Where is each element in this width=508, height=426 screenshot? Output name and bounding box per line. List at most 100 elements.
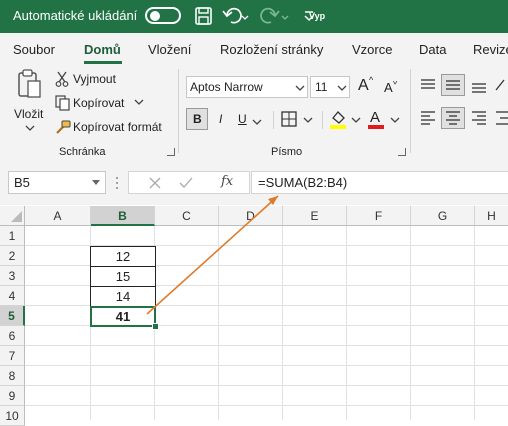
font-divider [273, 111, 274, 129]
italic-button[interactable]: I [213, 108, 231, 130]
paste-button[interactable]: Vložit [8, 69, 48, 133]
underline-button[interactable]: U [235, 108, 265, 130]
font-name-dropdown-icon [295, 85, 305, 91]
row-header-1[interactable]: 1 [0, 226, 25, 246]
tab-formulas[interactable]: Vzorce [352, 42, 392, 57]
format-painter-icon [56, 120, 71, 134]
column-header-a[interactable]: A [25, 206, 91, 226]
enter-check-icon[interactable] [179, 177, 193, 189]
copy-label: Kopírovat [73, 96, 125, 110]
align-top-icon[interactable] [419, 76, 437, 94]
copy-dropdown-icon [134, 99, 144, 105]
fill-color-dropdown-icon [351, 117, 361, 123]
group-divider [178, 69, 179, 153]
row-header-6[interactable]: 6 [0, 326, 25, 346]
column-header-g[interactable]: G [411, 206, 475, 226]
grow-font-label: A [358, 77, 369, 94]
row-header-3[interactable]: 3 [0, 266, 25, 286]
borders-button[interactable] [281, 110, 317, 130]
cancel-icon[interactable] [149, 177, 161, 189]
align-bottom-icon[interactable] [470, 76, 488, 94]
row-header-7[interactable]: 7 [0, 346, 25, 366]
paste-dropdown-icon [25, 125, 35, 131]
resize-handle-icon[interactable] [115, 176, 119, 190]
orientation-icon[interactable] [494, 76, 508, 94]
autosave-label: Automatické ukládání [13, 8, 138, 23]
borders-dropdown-icon [303, 117, 313, 123]
row-header-2[interactable]: 2 [0, 246, 25, 266]
tab-home[interactable]: Domů [84, 42, 121, 57]
grow-font-button[interactable]: A ^ [358, 75, 376, 98]
fill-color-button[interactable] [329, 109, 363, 131]
font-dialog-launcher-icon[interactable] [398, 148, 406, 156]
scissors-icon [55, 71, 69, 87]
insert-function-icon[interactable]: fx [221, 174, 233, 189]
group-divider [410, 69, 411, 153]
underline-dropdown-icon [252, 119, 262, 125]
cell-b4[interactable]: 14 [90, 286, 156, 307]
cell-b3[interactable]: 15 [90, 266, 156, 287]
column-header-f[interactable]: F [347, 206, 411, 226]
column-header-h[interactable]: H [475, 206, 508, 226]
format-painter-button[interactable]: Kopírovat formát [55, 118, 170, 136]
font-size-select[interactable]: 11 [310, 76, 350, 98]
save-icon[interactable] [195, 7, 212, 25]
redo-icon[interactable] [260, 7, 290, 25]
tab-insert[interactable]: Vložení [148, 42, 191, 57]
font-name-value: Aptos Narrow [190, 80, 263, 94]
copy-button[interactable]: Kopírovat [55, 94, 147, 112]
bold-label: B [193, 112, 202, 126]
align-middle-button[interactable] [441, 74, 465, 96]
formula-input[interactable]: =SUMA(B2:B4) [251, 171, 508, 194]
cell-b5[interactable]: 41 [90, 306, 156, 327]
indent-icon[interactable] [494, 109, 508, 127]
font-name-select[interactable]: Aptos Narrow [186, 76, 308, 98]
shrink-font-button[interactable]: A ^ [384, 76, 402, 98]
align-left-icon[interactable] [419, 109, 437, 127]
row-header-10[interactable]: 10 [0, 406, 25, 426]
clipboard-dialog-launcher-icon[interactable] [167, 148, 175, 156]
align-center-button[interactable] [441, 107, 465, 129]
caret-up-icon: ^ [369, 75, 374, 85]
formula-text: =SUMA(B2:B4) [258, 175, 348, 190]
row-header-8[interactable]: 8 [0, 366, 25, 386]
tab-file[interactable]: Soubor [13, 42, 55, 57]
column-header-c[interactable]: C [155, 206, 219, 226]
font-color-dropdown-icon [390, 117, 400, 123]
column-header-b[interactable]: B [91, 206, 155, 226]
font-color-button[interactable]: A [368, 109, 402, 131]
align-center-icon [446, 111, 460, 125]
clipboard-group-label: Schránka [59, 146, 106, 158]
align-right-icon[interactable] [470, 109, 488, 127]
cell-b2[interactable]: 12 [90, 246, 156, 267]
row-header-9[interactable]: 9 [0, 386, 25, 406]
column-header-d[interactable]: D [219, 206, 283, 226]
autosave-toggle[interactable]: Vyp [145, 7, 325, 24]
row-header-5[interactable]: 5 [0, 306, 25, 326]
italic-label: I [219, 112, 223, 126]
font-size-value: 11 [315, 80, 328, 94]
font-color-swatch [368, 125, 384, 129]
row-header-4[interactable]: 4 [0, 286, 25, 306]
font-color-label: A [370, 109, 381, 126]
tab-page-layout[interactable]: Rozložení stránky [220, 42, 323, 57]
cut-label: Vyjmout [73, 72, 116, 86]
cut-button[interactable]: Vyjmout [55, 70, 125, 88]
tab-review[interactable]: Revize [473, 42, 508, 57]
name-box-dropdown-icon [92, 180, 100, 185]
bold-button[interactable]: B [186, 108, 208, 130]
fill-handle[interactable] [152, 323, 159, 330]
underline-label: U [238, 112, 247, 126]
name-box[interactable]: B5 [8, 171, 106, 194]
formula-buttons: fx [128, 171, 250, 194]
tab-data[interactable]: Data [419, 42, 446, 57]
caret-down-icon: ^ [393, 76, 398, 86]
font-group-label: Písmo [271, 146, 303, 158]
column-header-e[interactable]: E [283, 206, 347, 226]
ribbon-tabs: Soubor Domů Vložení Rozložení stránky Vz… [0, 33, 508, 65]
undo-icon[interactable] [222, 7, 250, 25]
formula-bar-area: B5 fx =SUMA(B2:B4) [0, 160, 508, 205]
select-all-icon [11, 211, 22, 222]
customize-toolbar-icon[interactable] [303, 9, 315, 23]
select-all-button[interactable] [0, 206, 25, 226]
